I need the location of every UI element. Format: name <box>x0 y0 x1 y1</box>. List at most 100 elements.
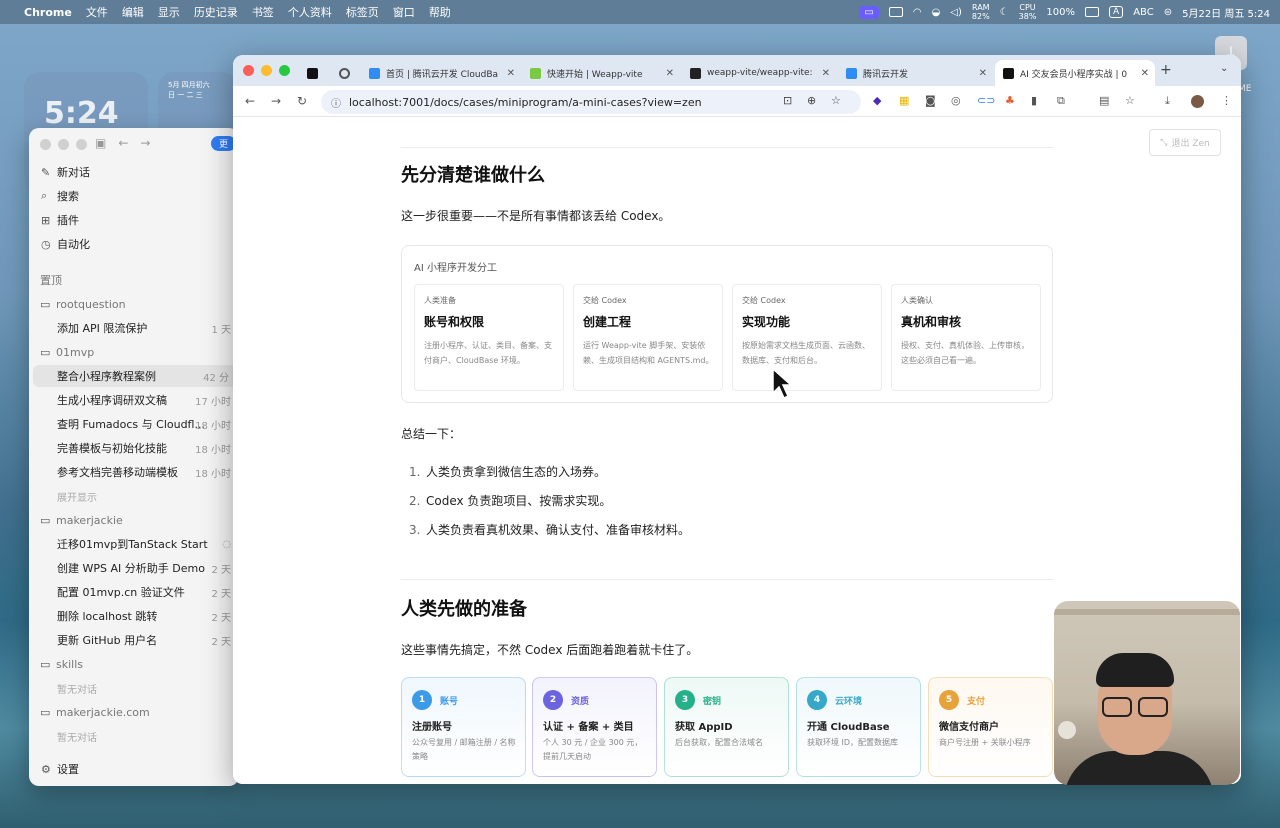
thread-title: 创建 WPS AI 分析助手 Demo <box>57 562 205 575</box>
menu-app-name[interactable]: Chrome <box>24 6 72 19</box>
thread-item[interactable]: 删除 localhost 跳转 2 天 <box>29 605 239 627</box>
extension-icon[interactable]: ◆ <box>873 94 881 107</box>
puzzle-icon[interactable]: ⧉ <box>1057 94 1065 108</box>
project-folder[interactable]: ▭ 01mvp <box>29 341 239 363</box>
reload-button[interactable]: ↻ <box>297 94 307 108</box>
close-tab-icon[interactable]: ✕ <box>666 68 674 79</box>
browser-tab[interactable]: 快速开始 | Weapp-vite ✕ <box>522 60 680 86</box>
input-method-icon[interactable]: A <box>1109 6 1124 18</box>
browser-tab[interactable]: 首页 | 腾讯云开发 CloudBa ✕ <box>361 60 521 86</box>
codex-nav-automation[interactable]: ◷ 自动化 <box>29 233 239 255</box>
cpu-stat[interactable]: CPU 38% <box>1019 3 1037 21</box>
menu-view[interactable]: 显示 <box>158 4 180 20</box>
forward-button[interactable]: → <box>271 94 281 108</box>
menu-window[interactable]: 窗口 <box>393 4 415 20</box>
browser-tab[interactable]: 腾讯云开发 ✕ <box>838 60 993 86</box>
reading-list-icon[interactable]: ▤ <box>1099 94 1109 107</box>
url-text: localhost:7001/docs/cases/miniprogram/a-… <box>349 95 702 109</box>
menu-icon[interactable]: ⋮ <box>1221 94 1232 107</box>
address-bar[interactable]: ⓘ localhost:7001/docs/cases/miniprogram/… <box>321 90 861 114</box>
site-info-icon[interactable]: ⓘ <box>331 95 341 110</box>
new-tab-button[interactable]: + <box>1160 62 1172 78</box>
window-close-button[interactable] <box>243 65 254 76</box>
moon-icon[interactable]: ☾ <box>1000 7 1009 18</box>
bookmark-star-icon[interactable]: ☆ <box>831 94 841 107</box>
install-app-icon[interactable]: ⊡ <box>783 94 792 107</box>
browser-tab[interactable]: weapp-vite/weapp-vite: ✕ <box>682 60 836 86</box>
zoom-icon[interactable]: ⊕ <box>807 94 816 107</box>
prep-step-card: 5 支付 微信支付商户 商户号注册 + 关联小程序 <box>928 677 1053 777</box>
folder-icon: ▭ <box>40 657 51 671</box>
menu-edit[interactable]: 编辑 <box>122 4 144 20</box>
wifi-icon[interactable]: ◠ <box>913 7 922 18</box>
close-tab-icon[interactable]: ✕ <box>979 68 987 79</box>
menu-history[interactable]: 历史记录 <box>194 4 238 20</box>
battery-icon <box>1085 7 1100 17</box>
display-icon[interactable] <box>888 7 903 17</box>
codex-nav-new-chat[interactable]: ✎ 新对话 <box>29 161 239 183</box>
extension-icon[interactable]: ♣ <box>1005 94 1015 107</box>
back-arrow-icon[interactable]: ← <box>118 136 128 150</box>
prep-step-card: 2 资质 认证 + 备案 + 类目 个人 30 元 / 企业 300 元，提前几天启动 <box>532 677 657 777</box>
forward-arrow-icon[interactable]: → <box>140 136 150 150</box>
pinned-tab-1[interactable] <box>299 60 325 86</box>
ram-stat[interactable]: RAM 82% <box>972 3 990 21</box>
battery-status[interactable]: 100% <box>1046 7 1075 18</box>
menu-help[interactable]: 帮助 <box>429 4 451 20</box>
menu-bookmarks[interactable]: 书签 <box>252 4 274 20</box>
exit-zen-button[interactable]: ⤡ 退出 Zen <box>1149 129 1221 156</box>
bookmarks-icon[interactable]: ☆ <box>1125 94 1135 107</box>
thread-item[interactable]: 生成小程序调研双文稿 17 小时 <box>29 389 239 411</box>
window-minimize-button[interactable] <box>58 139 69 150</box>
close-tab-icon[interactable]: ✕ <box>507 68 515 79</box>
sidebar-toggle-icon[interactable]: ▣ <box>95 136 106 150</box>
menu-profiles[interactable]: 个人资料 <box>288 4 332 20</box>
back-button[interactable]: ← <box>245 94 255 108</box>
camera-extension-icon[interactable]: ◙ <box>925 94 936 107</box>
bookmark-extension-icon[interactable]: ▮ <box>1031 94 1037 107</box>
thread-item[interactable]: 查明 Fumadocs 与 Cloudfl... 18 小时 <box>29 413 239 435</box>
thread-item[interactable]: 配置 01mvp.cn 验证文件 2 天 <box>29 581 239 603</box>
control-center-icon[interactable]: ⊜ <box>1164 7 1172 18</box>
thread-item[interactable]: 参考文档完善移动端模板 18 小时 <box>29 461 239 483</box>
extension-icon[interactable]: ⊂⊃ <box>977 94 995 107</box>
avatar[interactable] <box>1191 95 1204 108</box>
window-minimize-button[interactable] <box>261 65 272 76</box>
extension-icon[interactable]: ◎ <box>951 94 961 107</box>
project-folder[interactable]: ▭ rootquestion <box>29 293 239 315</box>
download-icon[interactable]: ⤓ <box>1165 94 1170 108</box>
thread-item[interactable]: 更新 GitHub 用户名 2 天 <box>29 629 239 651</box>
volume-icon[interactable]: ◁) <box>950 7 962 18</box>
close-tab-icon[interactable]: ✕ <box>1141 68 1149 79</box>
close-tab-icon[interactable]: ✕ <box>822 68 830 79</box>
window-zoom-button[interactable] <box>279 65 290 76</box>
menu-tabs[interactable]: 标签页 <box>346 4 379 20</box>
project-folder[interactable]: ▭ makerjackie.com <box>29 701 239 723</box>
controller-icon[interactable]: ◒ <box>932 7 941 18</box>
codex-nav-search[interactable]: ⌕ 搜索 <box>29 185 239 207</box>
project-folder[interactable]: ▭ makerjackie <box>29 509 239 531</box>
window-zoom-button[interactable] <box>76 139 87 150</box>
thread-item[interactable]: 迁移01mvp到TanStack Start ◌ <box>29 533 239 555</box>
browser-tab[interactable]: AI 交友会员小程序实战 | 0 ✕ <box>995 60 1155 86</box>
pinned-tab-2[interactable] <box>331 60 357 86</box>
menu-file[interactable]: 文件 <box>86 4 108 20</box>
settings-button[interactable]: ⚙ 设置 <box>29 758 239 780</box>
role-card: 交给 Codex 创建工程 运行 Weapp-vite 脚手架、安装依赖、生成项目结… <box>573 284 723 391</box>
screen-mirror-icon[interactable]: ▭ <box>859 5 879 19</box>
role-kicker: 交给 Codex <box>583 296 627 305</box>
thread-item[interactable]: 整合小程序教程案例 42 分 <box>33 365 237 387</box>
codex-nav-plugin[interactable]: ⊞ 插件 <box>29 209 239 231</box>
window-close-button[interactable] <box>40 139 51 150</box>
thread-item[interactable]: 添加 API 限流保护 1 天 <box>29 317 239 339</box>
step-title: 注册账号 <box>412 722 452 733</box>
thread-item[interactable]: 创建 WPS AI 分析助手 Demo 2 天 <box>29 557 239 579</box>
extension-icon[interactable]: ▦ <box>899 94 909 107</box>
input-method-label[interactable]: ABC <box>1133 7 1154 18</box>
datetime[interactable]: 5月22日 周五 5:24 <box>1182 5 1270 20</box>
expand-more-link[interactable]: 展开显示 <box>29 485 239 507</box>
tab-search-icon[interactable]: ⌄ <box>1220 63 1228 74</box>
role-card: 交给 Codex 实现功能 按原始需求文档生成页面、云函数、数据库、支付和后台。 <box>732 284 882 391</box>
project-folder[interactable]: ▭ skills <box>29 653 239 675</box>
thread-item[interactable]: 完善模板与初始化技能 18 小时 <box>29 437 239 459</box>
